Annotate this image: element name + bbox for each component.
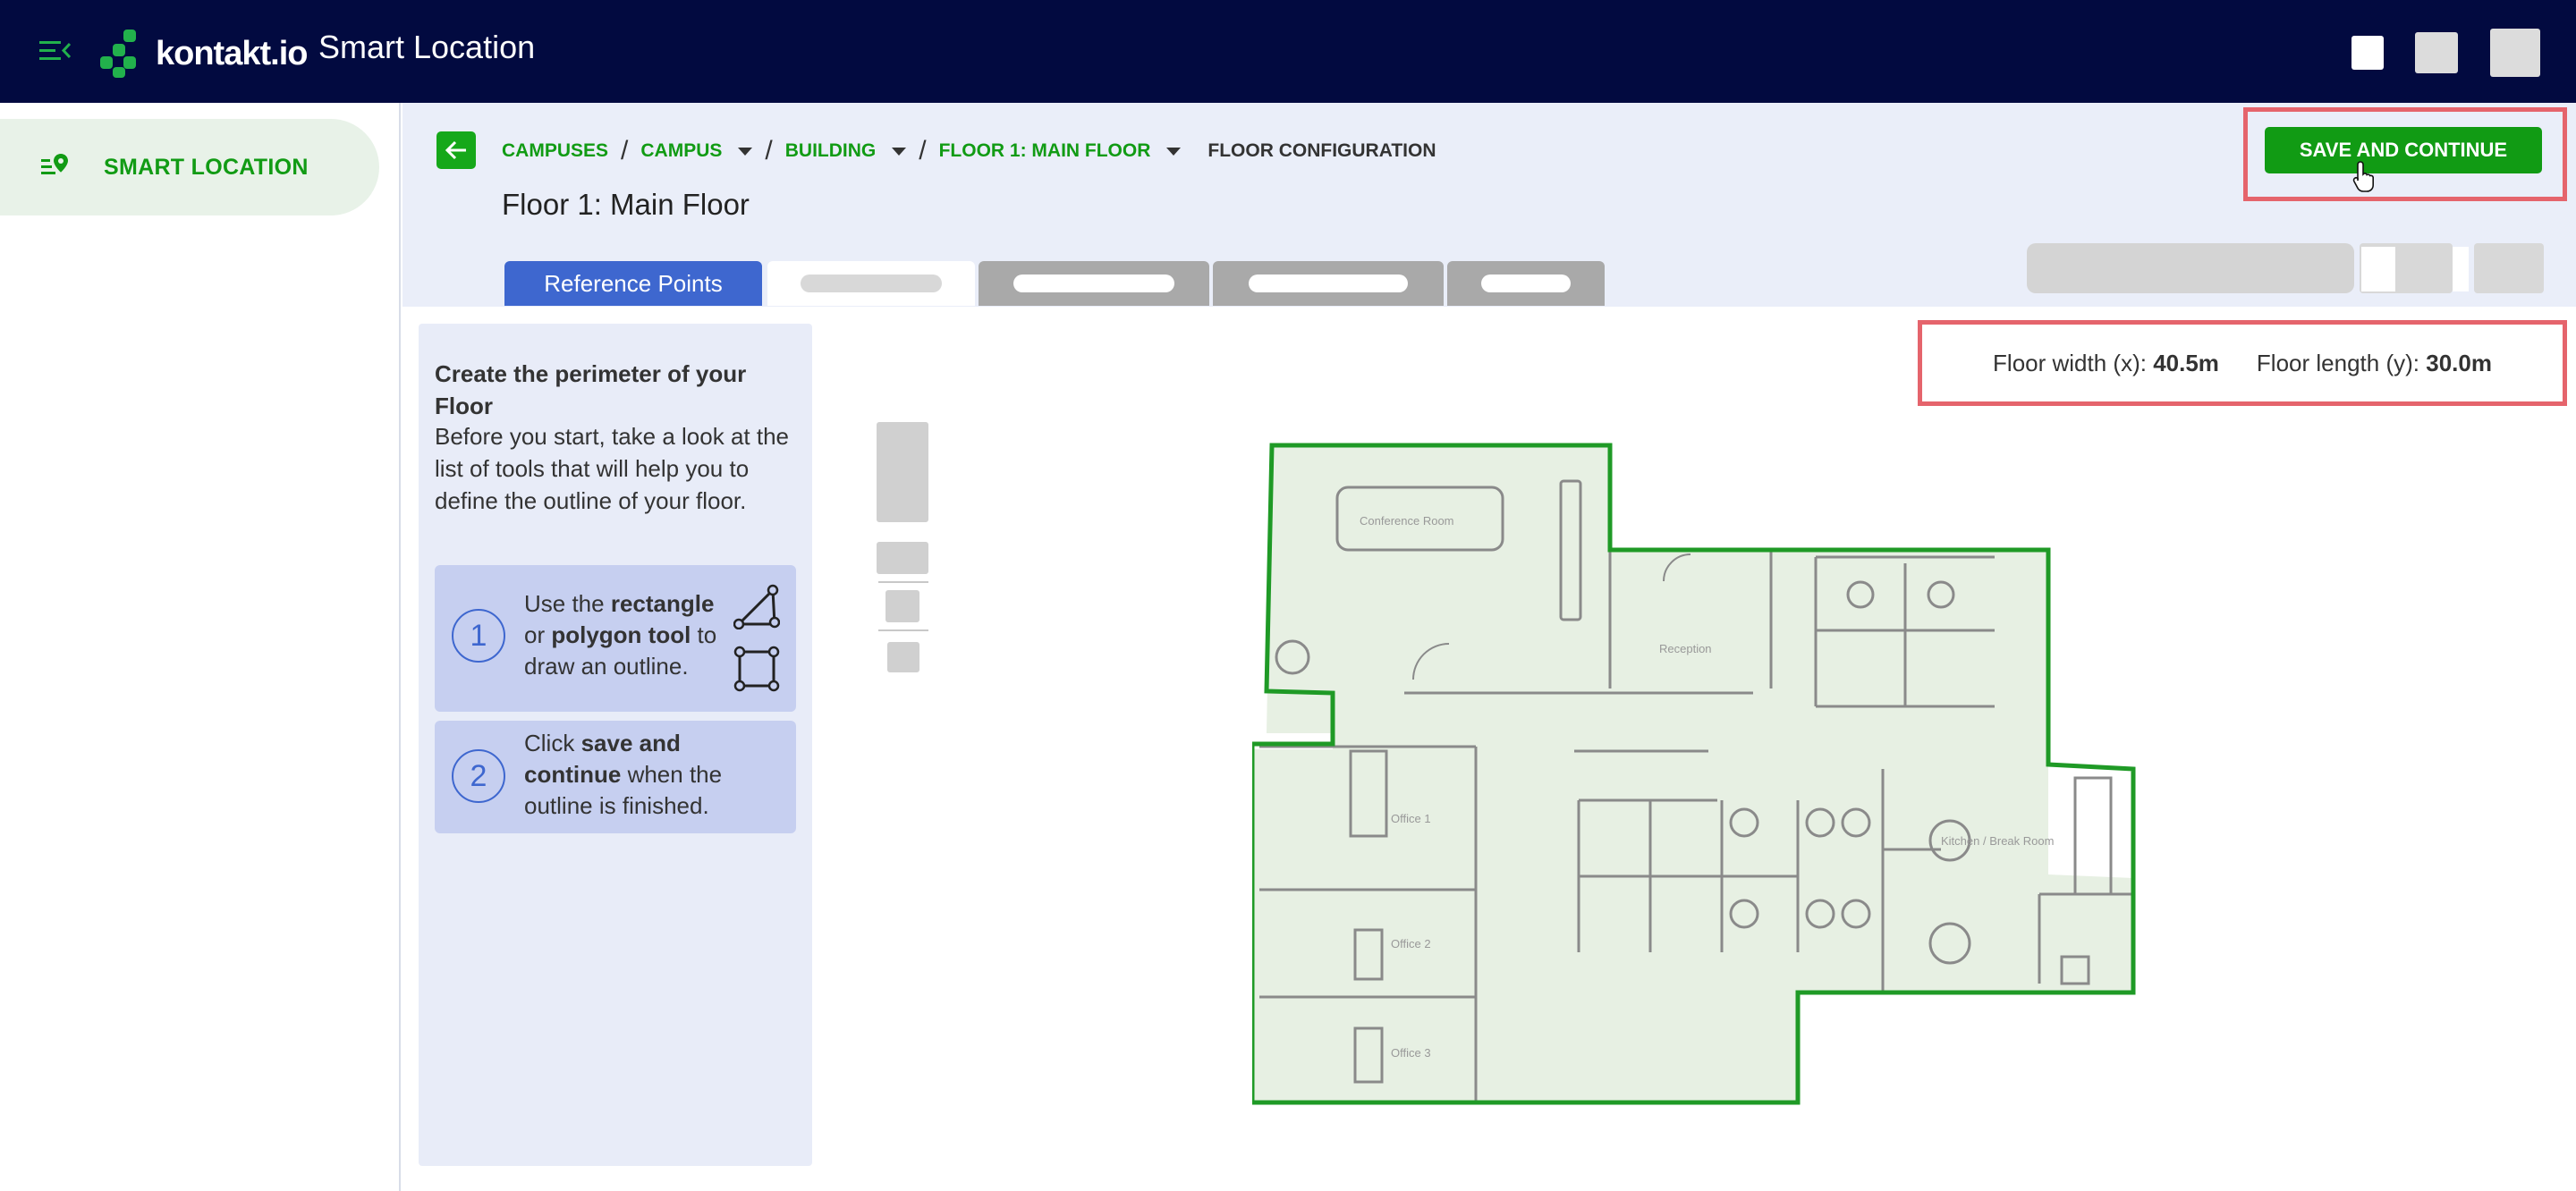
tab-2[interactable] <box>767 261 975 306</box>
save-and-continue-button[interactable]: SAVE AND CONTINUE <box>2265 127 2542 173</box>
floor-length-value: 30.0m <box>2426 349 2492 376</box>
map-pin-list-icon <box>41 154 68 174</box>
breadcrumb-building[interactable]: BUILDING <box>785 140 877 162</box>
view-toggle-option[interactable] <box>2361 247 2395 291</box>
floor-plan-canvas[interactable]: Conference Room Reception Office 1 Offic… <box>1252 438 2147 1109</box>
chevron-down-icon[interactable] <box>1166 147 1182 156</box>
view-toggle-option[interactable] <box>2453 247 2469 291</box>
menu-collapse-icon[interactable] <box>38 36 73 66</box>
room-label: Office 2 <box>1391 937 1431 950</box>
instructions-description: Before you start, take a look at the lis… <box>435 423 790 514</box>
drawing-tool[interactable] <box>887 642 919 672</box>
breadcrumb-floor[interactable]: FLOOR 1: MAIN FLOOR <box>939 140 1151 162</box>
chevron-down-icon[interactable] <box>892 147 907 156</box>
page-title: Floor 1: Main Floor <box>502 188 750 221</box>
drawing-tool[interactable] <box>877 542 928 574</box>
app-title: Smart Location <box>318 29 536 65</box>
step-number: 1 <box>452 609 505 663</box>
tab-4[interactable] <box>1213 261 1444 306</box>
tab-3[interactable] <box>979 261 1209 306</box>
breadcrumb-separator: / <box>621 136 629 165</box>
drawing-tool[interactable] <box>886 590 919 622</box>
room-label: Office 3 <box>1391 1046 1431 1060</box>
sidebar: SMART LOCATION <box>0 103 401 1191</box>
breadcrumb-campus[interactable]: CAMPUS <box>640 140 722 162</box>
user-avatar[interactable] <box>2490 29 2540 77</box>
notification-icon[interactable] <box>2351 36 2384 70</box>
breadcrumb-campuses[interactable]: CAMPUSES <box>502 140 608 162</box>
brand-name: kontakt.io <box>156 34 308 72</box>
kontakt-logo-mark-icon <box>100 30 136 78</box>
floor-width-label: Floor width (x): <box>1993 349 2147 376</box>
sidebar-item-smart-location[interactable]: SMART LOCATION <box>0 119 379 215</box>
chevron-down-icon[interactable] <box>738 147 753 156</box>
instructions-title: Create the perimeter of your Floor <box>435 360 747 419</box>
rectangle-tool-icon <box>733 646 780 692</box>
floor-width-value: 40.5m <box>2153 349 2219 376</box>
floor-dimensions: Floor width (x): 40.5m Floor length (y):… <box>1923 324 2562 402</box>
room-label: Kitchen / Break Room <box>1941 834 2054 848</box>
search-input[interactable] <box>2027 243 2354 293</box>
floor-plan-drawing: Conference Room Reception Office 1 Offic… <box>1252 445 2133 1102</box>
drawing-tool-group[interactable] <box>877 422 928 522</box>
breadcrumb-current: FLOOR CONFIGURATION <box>1208 140 1436 161</box>
breadcrumb-separator: / <box>765 136 773 165</box>
room-label: Conference Room <box>1360 514 1454 528</box>
breadcrumb: CAMPUSES / CAMPUS / BUILDING / FLOOR 1: … <box>502 136 1436 166</box>
step-number: 2 <box>452 749 505 803</box>
floor-length-label: Floor length (y): <box>2256 349 2419 376</box>
toolbar-divider <box>878 581 928 583</box>
step-1-text: Use the rectangle or polygon tool to dra… <box>524 590 717 680</box>
room-label: Office 1 <box>1391 812 1431 825</box>
polygon-tool-icon <box>733 584 780 629</box>
kontakt-logo[interactable]: kontakt.io <box>97 27 311 80</box>
back-button[interactable] <box>436 131 476 169</box>
tab-5[interactable] <box>1447 261 1605 306</box>
tab-reference-points[interactable]: Reference Points <box>504 261 762 306</box>
breadcrumb-separator: / <box>919 136 927 165</box>
hand-cursor-icon <box>2352 161 2374 192</box>
step-2-text: Click save and continue when the outline… <box>524 730 723 819</box>
help-icon[interactable] <box>2415 32 2458 73</box>
toolbar-divider <box>878 629 928 631</box>
room-label: Reception <box>1659 642 1712 655</box>
zoom-control[interactable] <box>2474 243 2544 293</box>
sidebar-item-label: SMART LOCATION <box>104 154 309 180</box>
arrow-left-icon <box>445 140 466 160</box>
